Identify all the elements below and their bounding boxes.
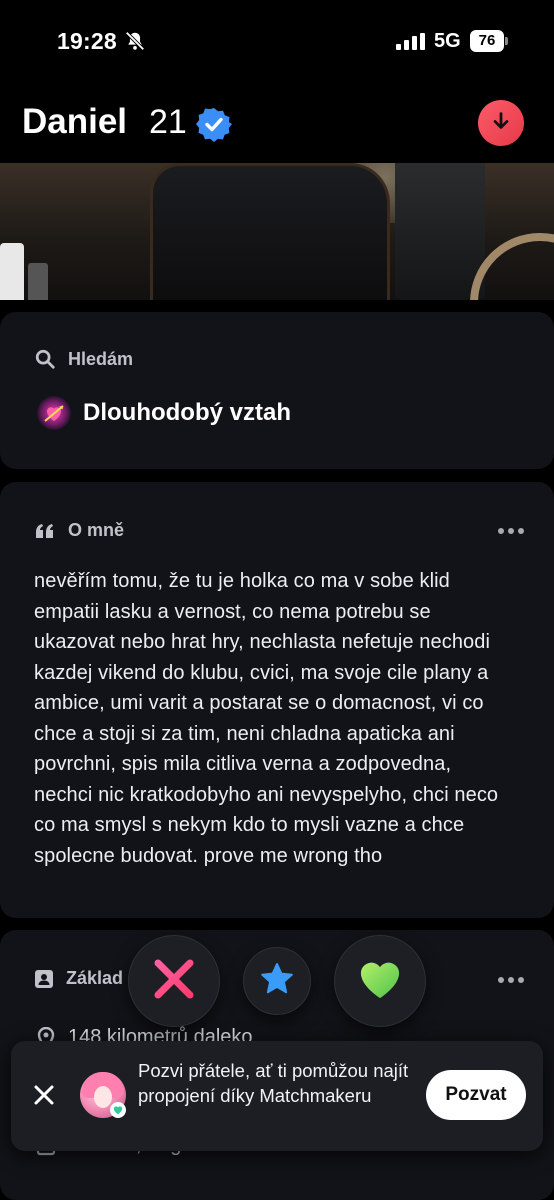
basics-heading: Základ (34, 968, 123, 989)
heart-icon (110, 1102, 126, 1118)
id-card-icon (34, 969, 54, 989)
nope-button[interactable] (128, 935, 220, 1027)
search-icon (34, 348, 56, 370)
profile-photo[interactable] (0, 163, 554, 300)
bell-slash-icon (124, 30, 146, 57)
avatar (80, 1072, 126, 1118)
verified-badge-icon (196, 106, 232, 147)
collapse-profile-button[interactable] (478, 100, 524, 146)
looking-for-value: Dlouhodobý vztah (37, 396, 291, 430)
looking-for-card: Hledám Dlouhodobý vztah (0, 312, 554, 469)
profile-header: Daniel 21 (0, 84, 554, 164)
star-icon (258, 960, 296, 1003)
super-like-button[interactable] (243, 947, 311, 1015)
heart-icon (357, 958, 403, 1005)
battery-tip (505, 37, 508, 45)
x-icon (152, 957, 196, 1006)
photo-bottle (0, 243, 24, 300)
heart-arrow-icon (37, 396, 71, 430)
signal-icon (396, 33, 426, 55)
about-card: O mně nevěřím tomu, že tu je holka co ma… (0, 482, 554, 918)
profile-age: 21 (149, 103, 187, 141)
battery-icon: 76 (470, 30, 504, 52)
basics-label: Základ (66, 968, 124, 988)
status-bar: 19:28 5G 76 (0, 0, 554, 84)
toast-message: Pozvi přátele, ať ti pomůžou najít propo… (138, 1060, 409, 1106)
more-horizontal-icon[interactable] (498, 977, 524, 983)
profile-name: Daniel (22, 102, 128, 141)
photo-chair (150, 163, 390, 300)
close-icon[interactable] (33, 1084, 55, 1111)
like-button[interactable] (334, 935, 426, 1027)
quote-icon (34, 522, 56, 540)
looking-for-text: Dlouhodobý vztah (83, 399, 291, 426)
arrow-down-icon (490, 110, 512, 137)
about-text: nevěřím tomu, že tu je holka co ma v sob… (34, 570, 499, 867)
photo-vase (395, 163, 485, 300)
network-type: 5G (434, 30, 461, 52)
about-label: O mně (68, 520, 125, 540)
invite-button[interactable]: Pozvat (426, 1070, 526, 1120)
photo-bottle (28, 263, 48, 300)
status-time: 19:28 (57, 28, 117, 54)
looking-for-heading: Hledám (34, 348, 133, 370)
invite-toast: Pozvi přátele, ať ti pomůžou najít propo… (11, 1041, 543, 1151)
looking-for-label: Hledám (68, 348, 134, 369)
about-heading: O mně (34, 520, 124, 541)
more-horizontal-icon[interactable] (498, 528, 524, 534)
